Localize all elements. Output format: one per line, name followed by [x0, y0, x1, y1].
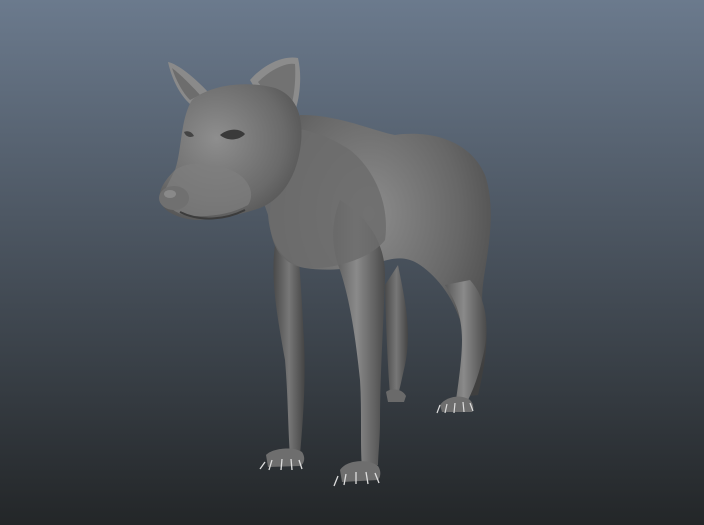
wolf-model[interactable]: [0, 0, 704, 525]
rear-near-leg: [436, 280, 487, 414]
front-far-paw: [259, 448, 305, 471]
front-far-leg: [273, 245, 305, 455]
rear-far-leg: [385, 265, 408, 402]
nose: [159, 186, 189, 210]
3d-viewport[interactable]: [0, 0, 704, 525]
